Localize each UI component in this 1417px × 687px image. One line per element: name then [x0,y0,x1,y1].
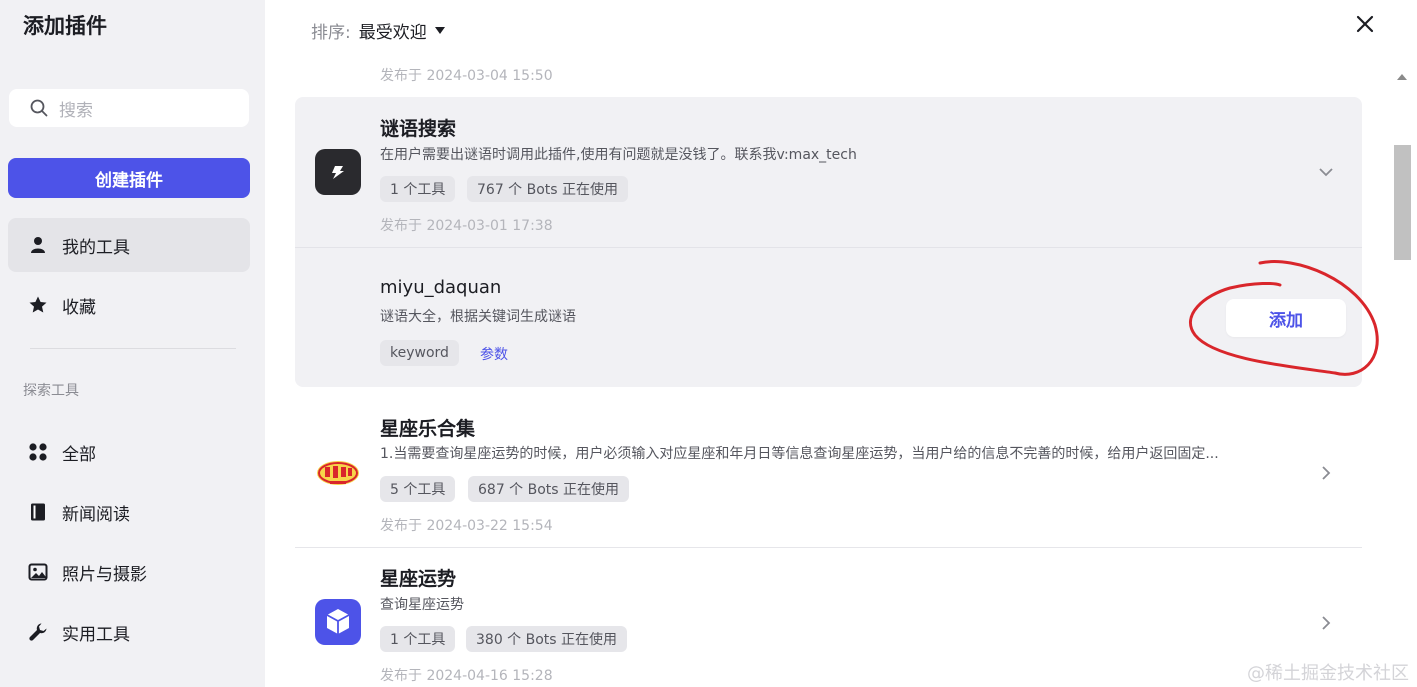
search-icon [30,99,48,117]
sidebar-item-label: 实用工具 [62,624,130,645]
sidebar-item-utilities[interactable]: 实用工具 [8,605,250,659]
tool-description: 谜语大全，根据关键词生成谜语 [380,309,576,325]
bolt-logo-icon [332,166,344,179]
plugin-logo [315,149,361,195]
published-date: 发布于 2024-03-01 17:38 [380,218,553,234]
scrollbar[interactable] [1393,70,1411,687]
sidebar-item-label: 收藏 [62,297,96,318]
sidebar-item-label: 照片与摄影 [62,564,147,585]
param-tag: keyword [380,340,459,366]
wrench-icon [28,622,48,642]
add-tool-button[interactable]: 添加 [1226,299,1346,337]
sort-dropdown[interactable]: 排序: 最受欢迎 [311,18,445,43]
horoscope-logo-icon [317,461,359,485]
sidebar: 添加插件 搜索 创建插件 我的工具 收藏 探索工具 全部 新闻阅读 照片与摄影 … [0,0,265,687]
plugin-logo [315,449,361,495]
search-placeholder: 搜索 [59,100,93,121]
divider [295,547,1362,548]
sidebar-item-label: 全部 [62,444,96,465]
plugin-list-panel: 排序: 最受欢迎 发布于 2024-03-04 15:50 谜语搜索 在用户需要… [265,0,1417,687]
close-icon [1356,15,1374,33]
bots-count-tag: 380 个 Bots 正在使用 [466,626,628,652]
chevron-down-icon [1319,168,1333,177]
collapse-button[interactable] [1317,163,1335,181]
watermark: @稀土掘金技术社区 [1247,663,1409,684]
params-link[interactable]: 参数 [480,344,508,364]
cube-logo-icon [326,609,350,634]
image-icon [28,562,48,582]
tool-count-tag: 1 个工具 [380,626,456,652]
plugin-description: 查询星座运势 [380,597,464,613]
grid-icon [28,442,48,462]
caret-down-icon [434,27,445,34]
sidebar-item-favorites[interactable]: 收藏 [8,278,250,332]
sidebar-divider [30,348,236,349]
book-icon [28,502,48,522]
plugin-description: 在用户需要出谜语时调用此插件,使用有问题就是没钱了。联系我v:max_tech [380,147,857,163]
chevron-right-icon [1322,466,1331,480]
chevron-right-icon [1322,616,1331,630]
plugin-logo [315,599,361,645]
star-icon [28,295,48,315]
sidebar-item-all[interactable]: 全部 [8,425,250,479]
tool-count-tag: 5 个工具 [380,476,456,502]
create-plugin-button[interactable]: 创建插件 [8,158,250,198]
search-input[interactable]: 搜索 [9,89,249,127]
explore-section-label: 探索工具 [23,383,79,399]
plugin-title[interactable]: 谜语搜索 [380,114,456,141]
plugin-description: 1.当需要查询星座运势的时候，用户必须输入对应星座和年月日等信息查询星座运势，当… [380,446,1219,462]
plugin-title[interactable]: 星座乐合集 [380,414,475,441]
expand-button[interactable] [1317,464,1335,482]
sidebar-item-label: 新闻阅读 [62,504,130,525]
published-date: 发布于 2024-04-16 15:28 [380,668,553,684]
sidebar-title: 添加插件 [23,14,107,38]
sidebar-item-news[interactable]: 新闻阅读 [8,485,250,539]
sidebar-item-more[interactable] [8,662,250,687]
sort-label: 排序: [311,23,351,43]
bots-count-tag: 767 个 Bots 正在使用 [467,176,629,202]
sidebar-item-photo[interactable]: 照片与摄影 [8,545,250,599]
scroll-up-arrow-icon[interactable] [1397,74,1407,80]
close-button[interactable] [1353,12,1377,36]
divider [295,247,1362,248]
published-date: 发布于 2024-03-04 15:50 [380,68,553,84]
user-icon [28,235,48,255]
sort-value: 最受欢迎 [358,23,427,43]
scrollbar-thumb[interactable] [1394,145,1411,260]
tool-count-tag: 1 个工具 [380,176,456,202]
plugin-title[interactable]: 星座运势 [380,564,456,591]
published-date: 发布于 2024-03-22 15:54 [380,518,553,534]
sidebar-item-my-tools[interactable]: 我的工具 [8,218,250,272]
bots-count-tag: 687 个 Bots 正在使用 [468,476,630,502]
sidebar-item-label: 我的工具 [62,237,130,258]
expand-button[interactable] [1317,614,1335,632]
list-icon [28,679,48,687]
tool-name: miyu_daquan [380,277,502,298]
